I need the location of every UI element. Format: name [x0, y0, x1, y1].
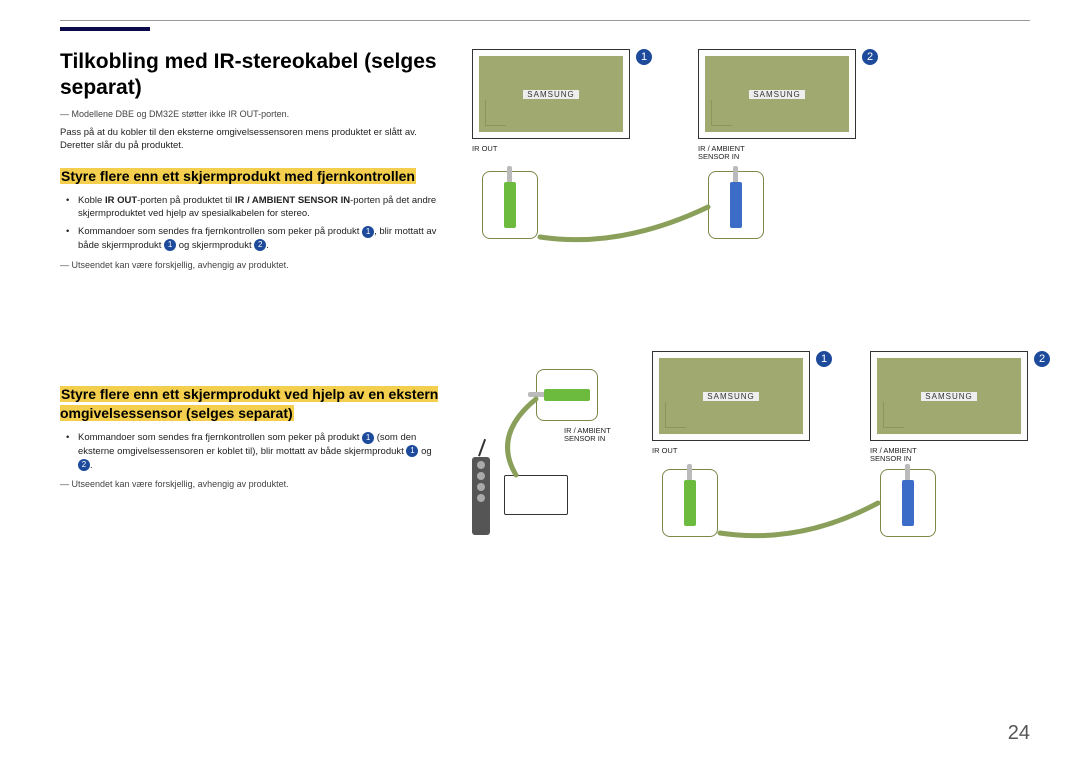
section2-bullets: Kommandoer som sendes fra fjernkontrolle…	[60, 431, 440, 472]
left-column: Tilkobling med IR-stereokabel (selges se…	[60, 49, 440, 597]
audio-jack-icon	[544, 389, 590, 401]
list-item: Kommandoer som sendes fra fjernkontrolle…	[78, 431, 440, 472]
badge-1-icon: 1	[816, 351, 832, 367]
jack-green-horizontal	[536, 369, 598, 421]
jack-blue	[880, 469, 936, 537]
list-item: Koble IR OUT-porten på produktet til IR …	[78, 194, 440, 222]
jack-green	[482, 171, 538, 239]
list-item: Kommandoer som sendes fra fjernkontrolle…	[78, 225, 440, 253]
appearance-note: Utseendet kan være forskjellig, avhengig…	[60, 259, 440, 272]
audio-jack-icon	[730, 182, 742, 228]
connect-text: Pass på at du kobler til den eksterne om…	[60, 126, 440, 153]
ir-out-label: IR OUT	[652, 447, 677, 455]
samsung-logo: SAMSUNG	[749, 90, 804, 99]
right-column: SAMSUNG 1 IR OUT SAMSUNG 2 IR / AMBIENT …	[472, 49, 1030, 597]
badge-2-icon: 2	[78, 459, 90, 471]
ir-ambient-label: IR / AMBIENT SENSOR IN	[564, 427, 622, 444]
ir-ambient-label: IR / AMBIENT SENSOR IN	[870, 447, 928, 464]
cable-icon	[700, 487, 900, 547]
monitor-2: SAMSUNG 2	[870, 351, 1050, 441]
page-number: 24	[1008, 722, 1030, 745]
diagram-2: IR / AMBIENT SENSOR IN SAMSUNG 1 IR OUT	[472, 369, 1030, 569]
samsung-logo: SAMSUNG	[523, 90, 578, 99]
badge-2-icon: 2	[1034, 351, 1050, 367]
content-columns: Tilkobling med IR-stereokabel (selges se…	[60, 49, 1030, 597]
header-accent	[60, 27, 150, 31]
monitor-1: SAMSUNG 1	[472, 49, 652, 139]
header-rule	[60, 20, 1030, 21]
badge-1-icon: 1	[164, 239, 176, 251]
samsung-logo: SAMSUNG	[921, 392, 976, 401]
section2-heading: Styre flere enn ett skjermprodukt ved hj…	[60, 385, 440, 423]
badge-2-icon: 2	[862, 49, 878, 65]
monitor-2: SAMSUNG 2	[698, 49, 878, 139]
page-title: Tilkobling med IR-stereokabel (selges se…	[60, 49, 440, 102]
jack-blue	[708, 171, 764, 239]
badge-1-icon: 1	[362, 432, 374, 444]
audio-jack-icon	[504, 182, 516, 228]
remote-control-icon	[472, 457, 490, 535]
audio-jack-icon	[684, 480, 696, 526]
audio-jack-icon	[902, 480, 914, 526]
appearance-note: Utseendet kan være forskjellig, avhengig…	[60, 478, 440, 491]
external-sensor-icon	[504, 475, 568, 515]
diagram-1: SAMSUNG 1 IR OUT SAMSUNG 2 IR / AMBIENT …	[472, 49, 1030, 269]
badge-1-icon: 1	[362, 226, 374, 238]
jack-green	[662, 469, 718, 537]
monitor-1: SAMSUNG 1	[652, 351, 832, 441]
ir-out-label: IR OUT	[472, 145, 497, 153]
samsung-logo: SAMSUNG	[703, 392, 758, 401]
section1-bullets: Koble IR OUT-porten på produktet til IR …	[60, 194, 440, 253]
badge-1-icon: 1	[636, 49, 652, 65]
section1-heading: Styre flere enn ett skjermprodukt med fj…	[60, 167, 440, 186]
badge-1-icon: 1	[406, 445, 418, 457]
model-note: Modellene DBE og DM32E støtter ikke IR O…	[60, 108, 440, 121]
badge-2-icon: 2	[254, 239, 266, 251]
page: Tilkobling med IR-stereokabel (selges se…	[0, 0, 1080, 763]
ir-ambient-label: IR / AMBIENT SENSOR IN	[698, 145, 758, 162]
cable-icon	[520, 189, 730, 249]
